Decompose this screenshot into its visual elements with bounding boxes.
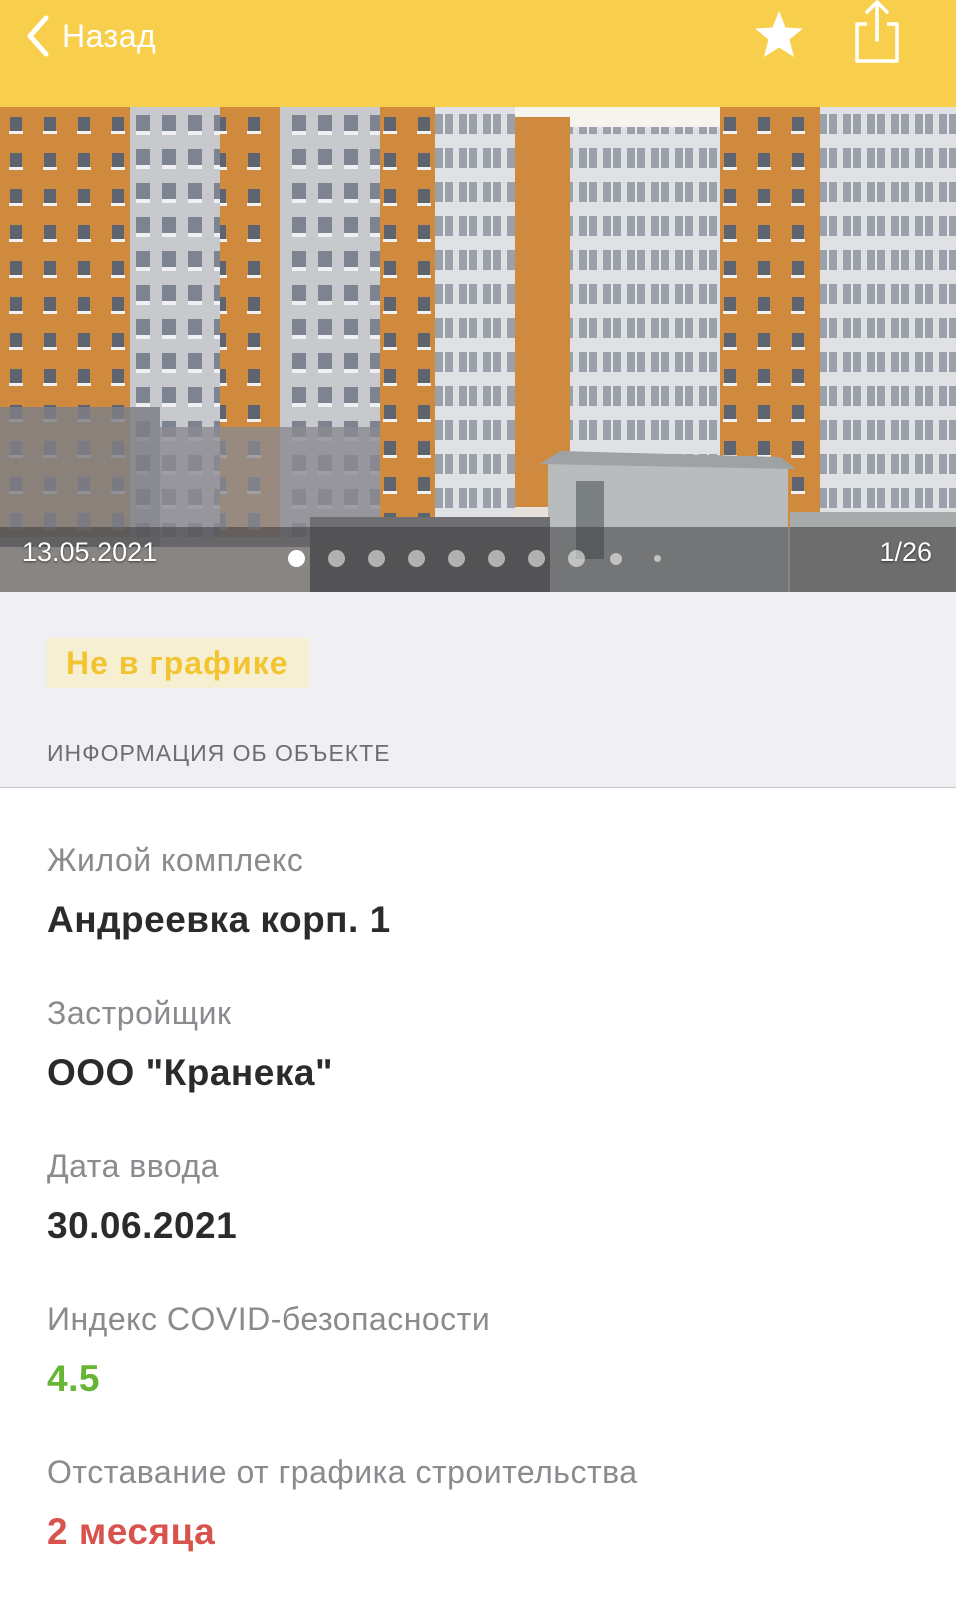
page-dot[interactable] xyxy=(610,553,622,565)
chevron-left-icon xyxy=(27,15,49,57)
navigation-bar: Назад xyxy=(0,0,956,107)
page-dot[interactable] xyxy=(368,550,385,567)
page-dot[interactable] xyxy=(288,550,305,567)
complex-label: Жилой комплекс xyxy=(47,842,304,878)
developer-label: Застройщик xyxy=(47,995,232,1031)
photo-date: 13.05.2021 xyxy=(22,537,158,567)
info-row-complex: Жилой комплекс Андреевка корп. 1 xyxy=(47,840,927,942)
info-row-delay: Отставание от графика строительства 2 ме… xyxy=(47,1452,927,1554)
covid-label: Индекс COVID-безопасности xyxy=(47,1301,491,1337)
date-value: 30.06.2021 xyxy=(47,1205,238,1246)
info-row-covid: Индекс COVID-безопасности 4.5 xyxy=(47,1299,927,1401)
page-dot[interactable] xyxy=(568,550,585,567)
complex-value: Андреевка корп. 1 xyxy=(47,899,391,940)
page-dot[interactable] xyxy=(654,555,661,562)
page-dot[interactable] xyxy=(528,550,545,567)
section-divider xyxy=(0,787,956,788)
status-section: Не в графике ИНФОРМАЦИЯ ОБ ОБЪЕКТЕ xyxy=(0,592,956,788)
date-label: Дата ввода xyxy=(47,1148,219,1184)
building-photo xyxy=(0,107,956,592)
delay-value: 2 месяца xyxy=(47,1511,216,1552)
back-label: Назад xyxy=(62,17,157,54)
photo-counter: 1/26 xyxy=(879,537,932,567)
section-header: ИНФОРМАЦИЯ ОБ ОБЪЕКТЕ xyxy=(47,740,391,766)
status-badge: Не в графике xyxy=(46,638,309,688)
page-dot[interactable] xyxy=(488,550,505,567)
page-dot[interactable] xyxy=(448,550,465,567)
info-row-developer: Застройщик ООО "Кранека" xyxy=(47,993,927,1095)
developer-value: ООО "Кранека" xyxy=(47,1052,333,1093)
page-dot[interactable] xyxy=(328,550,345,567)
page-dot[interactable] xyxy=(408,550,425,567)
delay-label: Отставание от графика строительства xyxy=(47,1454,638,1490)
covid-value: 4.5 xyxy=(47,1358,100,1399)
photo-gallery[interactable]: 13.05.2021 1/26 xyxy=(0,107,956,592)
star-icon[interactable] xyxy=(752,8,806,62)
share-icon[interactable] xyxy=(852,0,902,64)
info-row-date: Дата ввода 30.06.2021 xyxy=(47,1146,927,1248)
back-button[interactable]: Назад xyxy=(24,6,156,66)
